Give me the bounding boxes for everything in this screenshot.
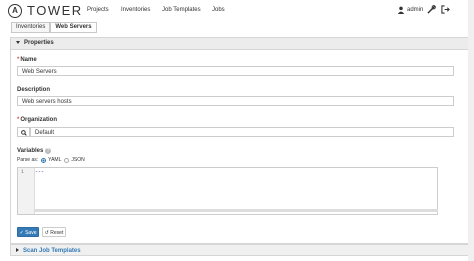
required-marker: * (17, 117, 20, 123)
editor-gutter: 1 (18, 168, 35, 214)
breadcrumb: Inventories Web Servers (11, 22, 97, 33)
variables-label: Variables (17, 148, 44, 154)
nav-projects[interactable]: Projects (87, 7, 109, 13)
scan-job-templates-title: Scan Job Templates (23, 248, 81, 254)
top-navbar: A TOWER Projects Inventories Job Templat… (0, 0, 474, 22)
username: admin (407, 7, 424, 13)
reset-button[interactable]: ↺ Reset (42, 227, 66, 237)
yaml-radio[interactable] (41, 157, 47, 163)
parse-as-row: Parse as: YAML JSON (17, 157, 85, 163)
variables-editor[interactable]: 1 --- (17, 167, 438, 215)
organization-lookup-button[interactable] (17, 127, 30, 137)
code-line[interactable]: --- (35, 169, 44, 175)
scan-job-templates-panel[interactable]: Scan Job Templates (10, 244, 470, 256)
breadcrumb-web-servers: Web Servers (50, 22, 97, 33)
nav-jobs[interactable]: Jobs (212, 7, 225, 13)
description-input[interactable]: Web servers hosts (17, 96, 454, 106)
organization-input[interactable]: Default (30, 127, 454, 137)
undo-icon: ↺ (44, 230, 49, 236)
parse-as-label: Parse as: (17, 157, 39, 163)
logout-icon[interactable] (441, 5, 450, 14)
user-menu[interactable]: admin (397, 6, 423, 14)
tower-logo[interactable]: A TOWER (8, 3, 83, 18)
line-number: 1 (21, 169, 25, 175)
search-icon (21, 130, 27, 136)
logo-icon: A (8, 3, 22, 18)
name-input[interactable]: Web Servers (17, 66, 454, 76)
user-icon (397, 6, 405, 14)
editor-scrollbar[interactable] (35, 209, 438, 212)
wrench-icon[interactable] (427, 5, 436, 14)
name-label: *Name (17, 57, 37, 63)
properties-title: Properties (24, 40, 54, 46)
yaml-label: YAML (48, 157, 62, 163)
json-label: JSON (71, 157, 85, 163)
nav-job-templates[interactable]: Job Templates (162, 7, 201, 13)
caret-down-icon (16, 40, 20, 44)
app-title: TOWER (27, 3, 83, 18)
page-scrollbar[interactable] (468, 0, 474, 261)
description-label: Description (17, 87, 51, 93)
help-icon[interactable]: ? (45, 148, 51, 154)
breadcrumb-inventories[interactable]: Inventories (11, 22, 51, 33)
save-button[interactable]: ✓ Save (17, 227, 39, 237)
caret-right-icon (16, 248, 19, 253)
organization-label: *Organization (17, 117, 58, 123)
save-icon: ✓ (19, 230, 24, 236)
required-marker: * (17, 57, 20, 63)
nav-inventories[interactable]: Inventories (121, 7, 150, 13)
properties-header[interactable]: Properties (11, 38, 471, 50)
json-radio[interactable] (64, 157, 70, 163)
